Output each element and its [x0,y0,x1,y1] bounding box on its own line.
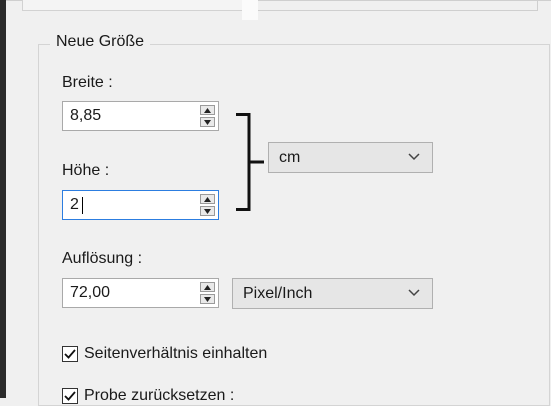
height-value[interactable]: 2 [70,196,79,214]
arrow-down-icon [204,297,211,302]
height-increment-button[interactable] [200,194,215,204]
width-label: Breite : [62,74,113,91]
arrow-up-icon [204,108,211,113]
unit-select[interactable]: cm [268,142,433,173]
keep-ratio-label[interactable]: Seitenverhältnis einhalten [84,345,267,363]
arrow-up-icon [204,197,211,202]
keep-ratio-checkbox[interactable] [62,346,78,362]
arrow-down-icon [204,120,211,125]
resolution-unit-select[interactable]: Pixel/Inch [232,278,433,309]
checkmark-icon [64,391,76,401]
height-decrement-button[interactable] [200,206,215,216]
height-label: Höhe : [62,162,110,179]
width-decrement-button[interactable] [200,117,215,127]
resolution-decrement-button[interactable] [200,294,215,304]
resolution-label: Auflösung : [62,250,143,267]
arrow-up-icon [204,285,211,290]
resolution-value[interactable]: 72,00 [70,284,110,302]
width-increment-button[interactable] [200,105,215,115]
group-title: Neue Größe [50,33,151,51]
resolution-unit-value: Pixel/Inch [243,285,313,302]
resample-checkbox[interactable] [62,388,78,404]
resolution-increment-button[interactable] [200,282,215,292]
upper-group-bottom-border [258,10,538,11]
arrow-down-icon [204,209,211,214]
unit-select-value: cm [279,149,301,166]
checkmark-icon [64,349,76,359]
resolution-spinbox[interactable]: 72,00 [62,278,219,308]
width-spinbox[interactable]: 8,85 [62,101,219,131]
text-cursor [82,197,83,214]
link-bracket-icon [236,113,264,211]
resample-label[interactable]: Probe zurücksetzen : [84,387,234,405]
width-value[interactable]: 8,85 [70,107,101,125]
upper-panel-edge [22,0,244,11]
height-spinbox[interactable]: 2 [62,190,219,220]
upper-panel-highlight [242,0,258,20]
window-left-border [0,0,6,398]
chevron-down-icon [408,289,420,297]
upper-group-right-border [537,0,538,11]
chevron-down-icon [408,153,420,161]
